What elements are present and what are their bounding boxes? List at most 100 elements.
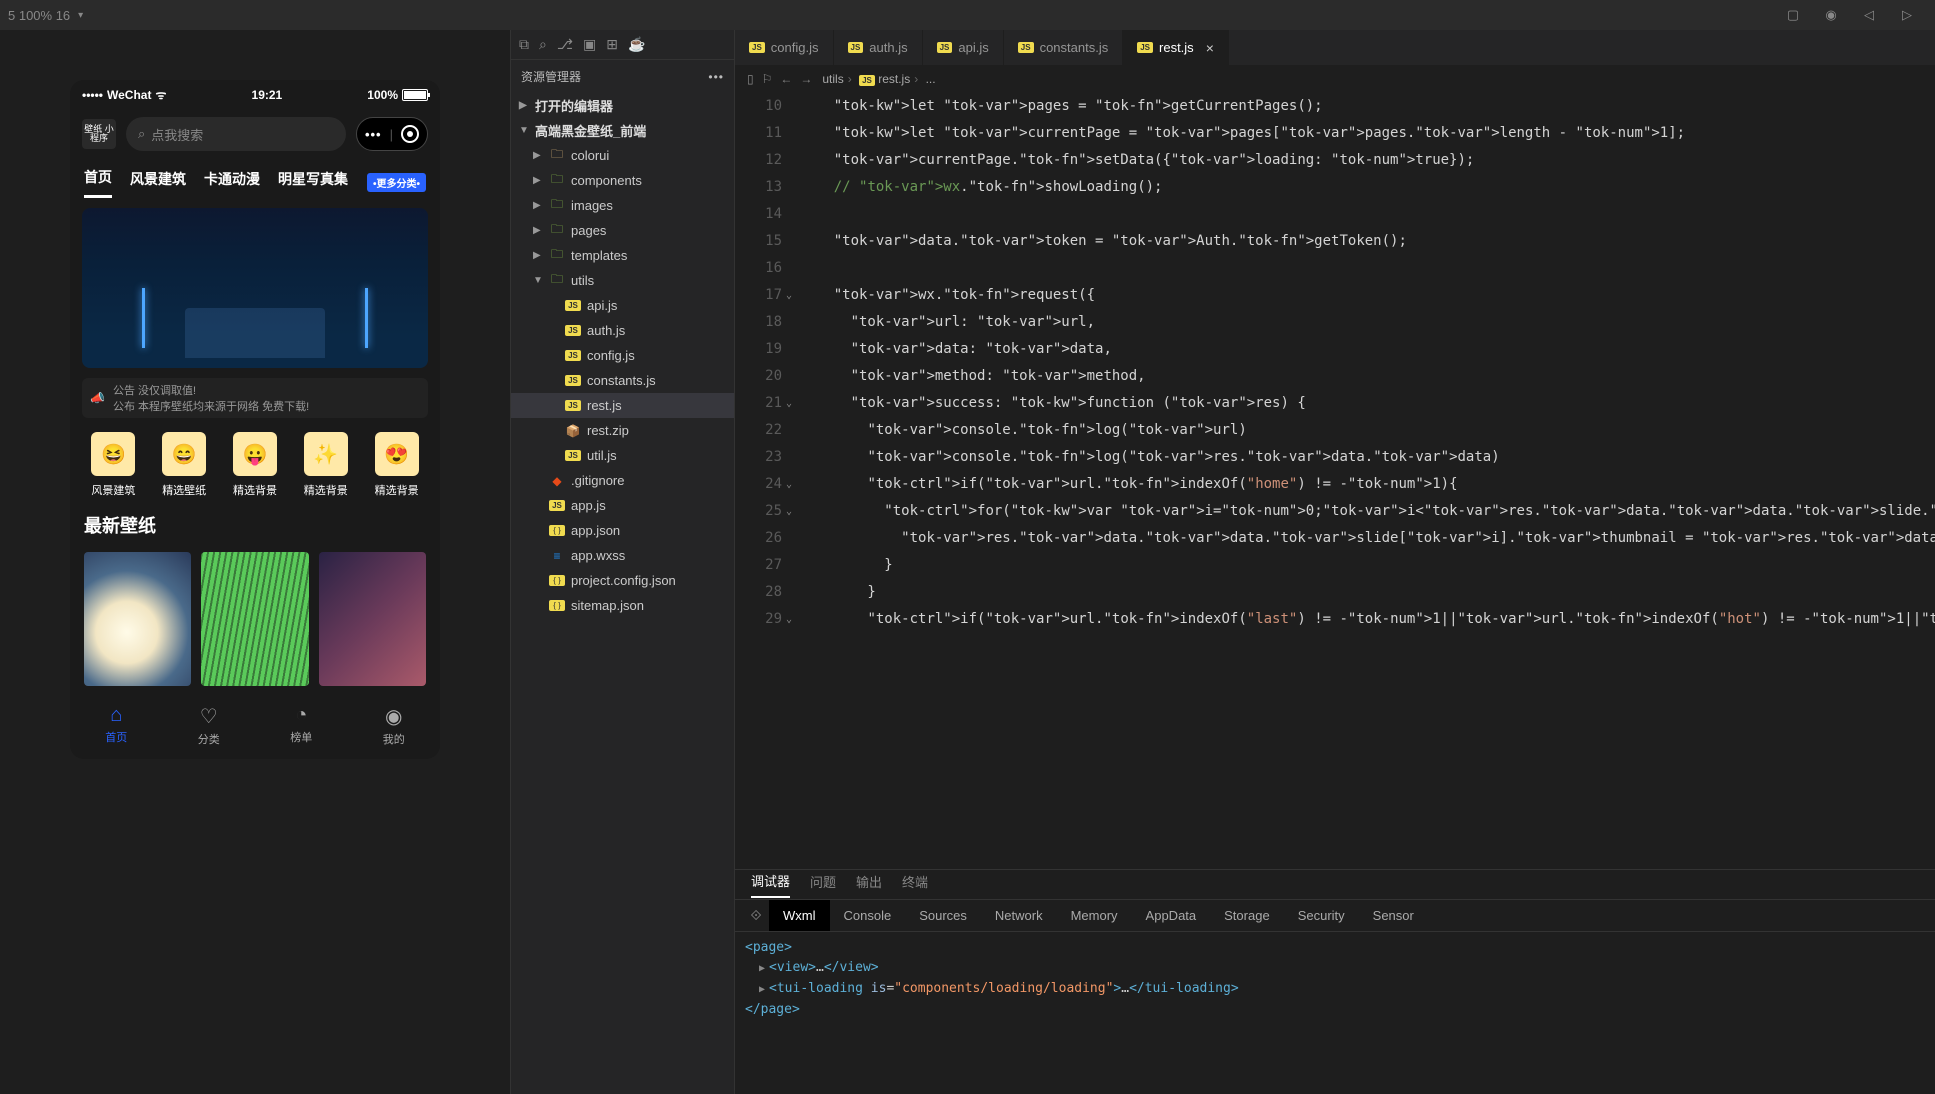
devtools-tab-security[interactable]: Security [1284,900,1359,931]
file-sitemap-json[interactable]: { }sitemap.json [511,593,734,618]
debug-tab-1[interactable]: 问题 [810,872,836,897]
bottom-nav-item[interactable]: ◔榜单 [255,704,348,747]
file-project-config-json[interactable]: { }project.config.json [511,568,734,593]
file-config-js[interactable]: JSconfig.js [511,343,734,368]
fold-chevron-icon[interactable]: ⌄ [786,498,792,525]
wxml-node[interactable]: <page> [745,938,1925,958]
bookmark-flag-icon[interactable]: ⚐ [762,72,773,86]
search-icon[interactable]: ⌕ [539,36,547,53]
close-icon[interactable]: × [1206,40,1214,56]
nav-label: 榜单 [290,729,312,745]
zoom-level[interactable]: 5 100% 16 [8,8,70,23]
copy-icon[interactable]: ⧉ [519,36,529,53]
nav-back-icon[interactable]: ← [780,72,792,86]
project-section[interactable]: ▼高端黑金壁纸_前端 [511,118,734,143]
folder-pages[interactable]: ▶🗀pages [511,218,734,243]
editor-area: JSconfig.jsJSauth.jsJSapi.jsJSconstants.… [735,30,1935,1094]
category-item[interactable]: 😆风景建筑 [84,432,143,498]
wallpaper-thumb-1[interactable] [84,552,191,686]
tab-scenery[interactable]: 风景建筑 [130,169,186,197]
tab-home[interactable]: 首页 [84,167,112,198]
editor-body[interactable]: 10 11 12 13 14 15 16 17 18 19 20 21 22 2… [735,93,1935,869]
debug-icon[interactable]: ▣ [583,36,596,53]
file-app-json[interactable]: { }app.json [511,518,734,543]
bottom-nav-item[interactable]: ⌂首页 [70,704,163,747]
wallpaper-thumb-2[interactable] [201,552,308,686]
hero-banner[interactable] [82,208,428,368]
notice-bar[interactable]: 📣 公告 没仅调取值! 公布 本程序壁纸均来源于网络 免费下载! [82,378,428,418]
open-editors-section[interactable]: ▶打开的编辑器 [511,93,734,118]
code-content[interactable]: "tok-kw">let "tok-var">pages = "tok-fn">… [800,93,1935,869]
debug-tab-2[interactable]: 输出 [856,872,882,897]
explorer-more-icon[interactable]: ••• [708,70,724,84]
search-input[interactable]: ⌕ 点我搜索 [126,117,346,151]
bookmark-icon[interactable]: ▯ [747,72,754,86]
back-icon[interactable]: ◁ [1859,5,1879,25]
editor-tab-config-js[interactable]: JSconfig.js [735,30,834,65]
devtools-tab-wxml[interactable]: Wxml [769,900,830,931]
devtools-tab-memory[interactable]: Memory [1057,900,1132,931]
cup-icon[interactable]: ☕ [628,36,645,53]
folder-templates[interactable]: ▶🗀templates [511,243,734,268]
wxml-node[interactable]: ▶<tui-loading is="components/loading/loa… [745,979,1925,1000]
editor-tab-api-js[interactable]: JSapi.js [923,30,1004,65]
bottom-nav-item[interactable]: ◉我的 [348,704,441,747]
nav-label: 首页 [105,729,127,745]
nav-forward-icon[interactable]: → [800,72,812,86]
file-tree[interactable]: ▶打开的编辑器 ▼高端黑金壁纸_前端 ▶🗀colorui▶🗀components… [511,93,734,1094]
tab-cartoon[interactable]: 卡通动漫 [204,169,260,197]
device-icon[interactable]: ▢ [1783,5,1803,25]
devtools-tab-sources[interactable]: Sources [905,900,981,931]
devtools-tab-sensor[interactable]: Sensor [1359,900,1428,931]
file-api-js[interactable]: JSapi.js [511,293,734,318]
debug-tab-0[interactable]: 调试器 [751,871,790,898]
wallpaper-thumb-3[interactable] [319,552,426,686]
category-item[interactable]: ✨精选背景 [296,432,355,498]
branch-icon[interactable]: ⎇ [557,36,573,53]
folder-colorui[interactable]: ▶🗀colorui [511,143,734,168]
file--gitignore[interactable]: ◆.gitignore [511,468,734,493]
menu-dots-icon[interactable]: ••• [365,127,382,142]
file-app-js[interactable]: JSapp.js [511,493,734,518]
devtools-tab-storage[interactable]: Storage [1210,900,1284,931]
app-logo[interactable]: 壁纸 小程序 [82,119,116,149]
more-categories-badge[interactable]: •更多分类• [367,173,426,192]
wxml-node[interactable]: </page> [745,1000,1925,1020]
record-icon[interactable]: ◉ [1821,5,1841,25]
extensions-icon[interactable]: ⊞ [606,36,618,53]
file-rest-zip[interactable]: 📦rest.zip [511,418,734,443]
close-target-icon[interactable] [401,125,419,143]
folder-components[interactable]: ▶🗀components [511,168,734,193]
fold-chevron-icon[interactable]: ⌄ [786,390,792,417]
file-app-wxss[interactable]: ≡app.wxss [511,543,734,568]
devtools-tab-appdata[interactable]: AppData [1132,900,1211,931]
fold-chevron-icon[interactable]: ⌄ [786,471,792,498]
folder-utils[interactable]: ▼🗀utils [511,268,734,293]
forward-icon[interactable]: ▷ [1897,5,1917,25]
category-item[interactable]: 😄精选壁纸 [155,432,214,498]
inspect-icon[interactable]: ⟐ [743,907,769,924]
file-util-js[interactable]: JSutil.js [511,443,734,468]
editor-tab-rest-js[interactable]: JSrest.js× [1123,30,1229,65]
devtools-tab-console[interactable]: Console [830,900,906,931]
folder-images[interactable]: ▶🗀images [511,193,734,218]
wxml-node[interactable]: ▶<view>…</view> [745,958,1925,979]
category-label: 精选背景 [375,482,419,498]
editor-tab-constants-js[interactable]: JSconstants.js [1004,30,1123,65]
capsule-button[interactable]: ••• | [356,117,428,151]
breadcrumb-path[interactable]: utils› JS rest.js› ... [822,72,935,86]
zoom-dropdown-icon[interactable]: ▾ [78,10,83,21]
devtools-tab-network[interactable]: Network [981,900,1057,931]
fold-chevron-icon[interactable]: ⌄ [786,606,792,633]
editor-tab-auth-js[interactable]: JSauth.js [834,30,923,65]
bottom-nav-item[interactable]: ♡分类 [163,704,256,747]
file-auth-js[interactable]: JSauth.js [511,318,734,343]
fold-chevron-icon[interactable]: ⌄ [786,282,792,309]
debug-tab-3[interactable]: 终端 [902,872,928,897]
wxml-tree[interactable]: <page>▶<view>…</view>▶<tui-loading is="c… [735,932,1935,1094]
file-rest-js[interactable]: JSrest.js [511,393,734,418]
tab-celebrity[interactable]: 明星写真集 [278,169,348,197]
category-item[interactable]: 😍精选背景 [367,432,426,498]
file-constants-js[interactable]: JSconstants.js [511,368,734,393]
category-item[interactable]: 😛精选背景 [226,432,285,498]
